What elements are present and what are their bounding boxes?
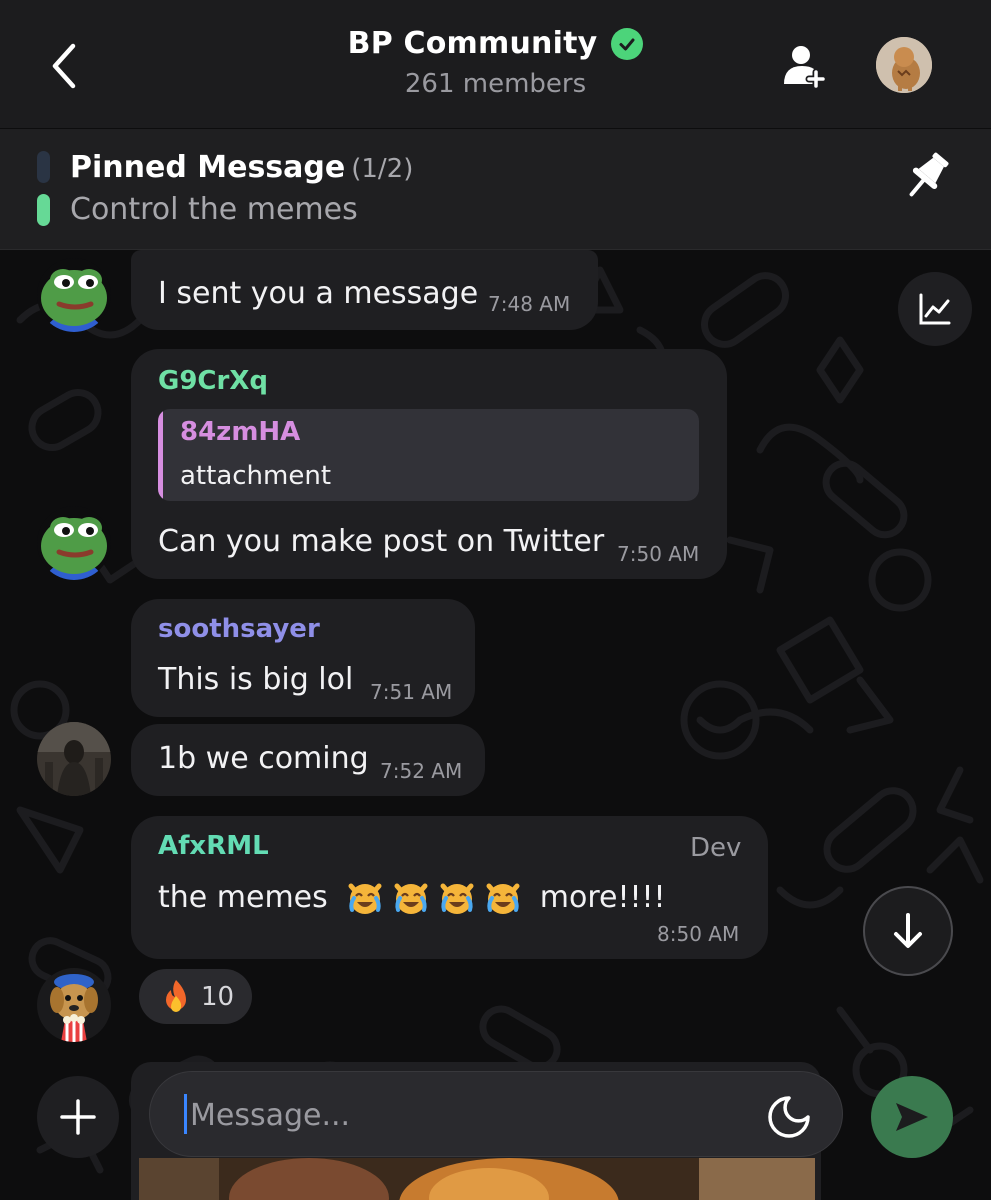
laughing-cat-icon	[440, 883, 474, 914]
reply-preview[interactable]: 84zmHA attachment	[158, 409, 699, 501]
message-text: I sent you a message	[158, 276, 479, 311]
pin-icon[interactable]	[898, 150, 956, 202]
send-button[interactable]	[871, 1076, 953, 1158]
chat-screen: BP Community 261 members Pinned Message …	[0, 0, 991, 1200]
avatar-pepe-1[interactable]	[37, 258, 111, 332]
pinned-indicator-2	[37, 194, 50, 226]
message-sender[interactable]: G9CrXq	[158, 366, 268, 396]
message-text: This is big lol	[158, 662, 354, 697]
message-time: 8:50 AM	[657, 922, 740, 946]
message-text: Can you make post on Twitter	[158, 524, 605, 559]
message-text-start: the memes	[158, 879, 328, 915]
pinned-title: Pinned Message (1/2)	[70, 150, 413, 185]
laughing-cat-icon	[486, 883, 520, 914]
message-time: 7:50 AM	[617, 542, 700, 566]
member-count: 261 members	[404, 69, 587, 99]
avatar-dog-popcorn[interactable]	[37, 968, 111, 1042]
group-avatar[interactable]	[876, 37, 932, 93]
message-time: 7:48 AM	[488, 292, 571, 316]
message-time: 7:51 AM	[370, 680, 453, 704]
send-icon	[896, 1103, 928, 1131]
arrow-down-icon	[894, 913, 922, 948]
pinned-text: Control the memes	[70, 192, 358, 227]
chart-icon	[919, 293, 951, 325]
plus-icon	[60, 1099, 96, 1135]
message-sender[interactable]: soothsayer	[158, 614, 320, 644]
attach-button[interactable]	[37, 1076, 119, 1158]
scroll-down-button[interactable]	[863, 886, 953, 976]
reaction-chip[interactable]: 🔥 10	[139, 969, 252, 1024]
fire-icon	[166, 979, 186, 1012]
chat-title: BP Community	[347, 26, 598, 61]
message-time: 7:52 AM	[380, 759, 463, 783]
message-sender[interactable]: AfxRML	[158, 831, 269, 861]
pinned-label: Pinned Message	[70, 150, 346, 185]
reaction-count: 10	[201, 981, 235, 1012]
message-text: 1b we coming	[158, 741, 369, 776]
avatar-hooded-figure[interactable]	[37, 722, 111, 796]
laughing-cat-icon	[348, 883, 382, 914]
chat-header: BP Community 261 members	[0, 0, 991, 128]
pinned-indicator-1	[37, 151, 50, 183]
message-text: the memes 😹 😹 😹 😹	[158, 878, 666, 916]
reply-text: attachment	[180, 461, 332, 491]
message-text-end: more!!!!	[539, 879, 666, 915]
chat-title-block[interactable]: BP Community 261 members	[0, 26, 991, 99]
sticker-icon[interactable]	[766, 1094, 812, 1140]
dev-badge: Dev	[690, 833, 742, 863]
reply-accent-bar	[158, 409, 163, 501]
avatar-pepe-2[interactable]	[37, 506, 111, 580]
chart-button[interactable]	[898, 272, 972, 346]
add-user-icon[interactable]	[780, 42, 828, 90]
image-attachment[interactable]	[139, 1158, 815, 1200]
text-caret	[184, 1094, 187, 1134]
message-input-container[interactable]	[149, 1071, 843, 1157]
pinned-message-bar[interactable]	[0, 129, 991, 250]
pinned-count: (1/2)	[351, 154, 414, 184]
reply-sender: 84zmHA	[180, 417, 301, 447]
verified-check-icon	[611, 27, 644, 60]
laughing-cat-icon	[394, 883, 428, 914]
message-input[interactable]	[188, 1090, 752, 1140]
